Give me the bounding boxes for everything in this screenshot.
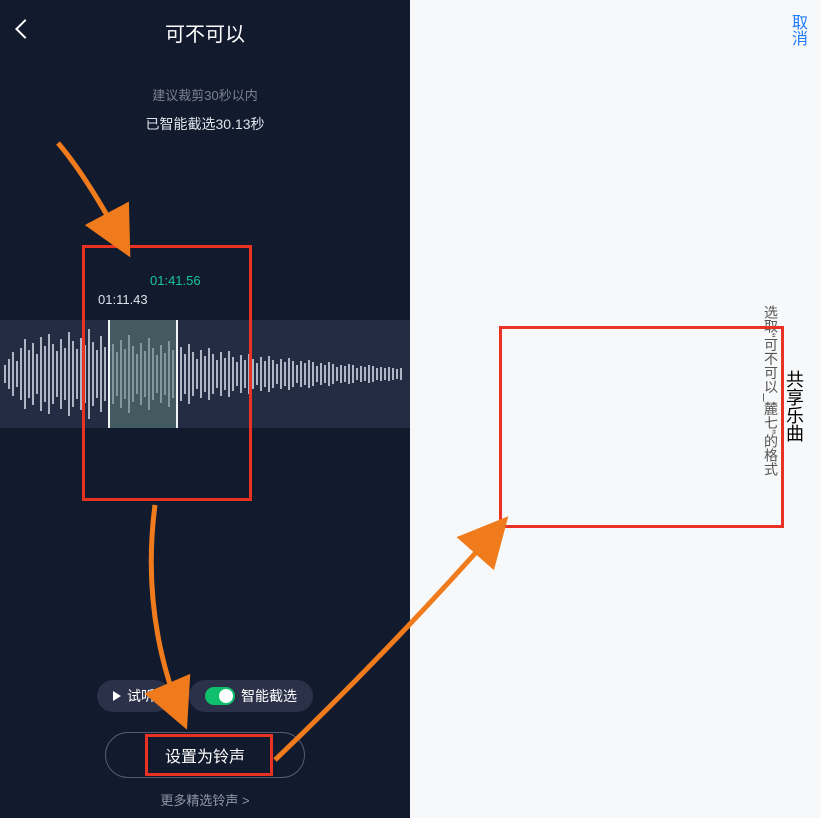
preview-button[interactable]: 试听: [97, 680, 171, 712]
more-ringtones-link[interactable]: 更多精选铃声 >: [160, 790, 249, 809]
share-title: 共享乐曲: [781, 370, 807, 442]
time-start-label: 01:11.43: [98, 292, 201, 307]
smart-trim-status: 已智能截选30.13秒: [0, 114, 410, 134]
toggle-on-icon: [205, 687, 235, 705]
smart-trim-toggle[interactable]: 智能截选: [189, 680, 313, 712]
song-title: 可不可以: [0, 0, 410, 47]
play-icon: [113, 691, 121, 701]
time-end-label: 01:41.56: [150, 273, 201, 288]
trim-tip: 建议裁剪30秒以内: [0, 85, 410, 104]
smart-trim-label: 智能截选: [241, 686, 297, 706]
ringtone-editor-pane: 可不可以 建议裁剪30秒以内 已智能截选30.13秒 01:41.56 01:1…: [0, 0, 410, 818]
trim-selection[interactable]: [108, 320, 178, 428]
format-note: 选取“可不可以_麓七”的格式: [761, 305, 781, 476]
editor-controls: 试听 智能截选: [0, 680, 410, 712]
waveform-strip[interactable]: [0, 320, 410, 428]
waveform-bars: [0, 329, 402, 419]
preview-label: 试听: [127, 686, 155, 706]
set-as-ringtone-button[interactable]: 设置为铃声: [105, 732, 305, 778]
set-as-ringtone-label: 设置为铃声: [165, 743, 245, 767]
selection-times: 01:41.56 01:11.43: [98, 273, 201, 307]
cancel-button[interactable]: 取消: [785, 14, 809, 46]
share-sheet-pane: 取消 共享乐曲 选取“可不可以_麓七”的格式 乐曲 轻点以将乐曲作为立体声音频文…: [410, 0, 821, 818]
